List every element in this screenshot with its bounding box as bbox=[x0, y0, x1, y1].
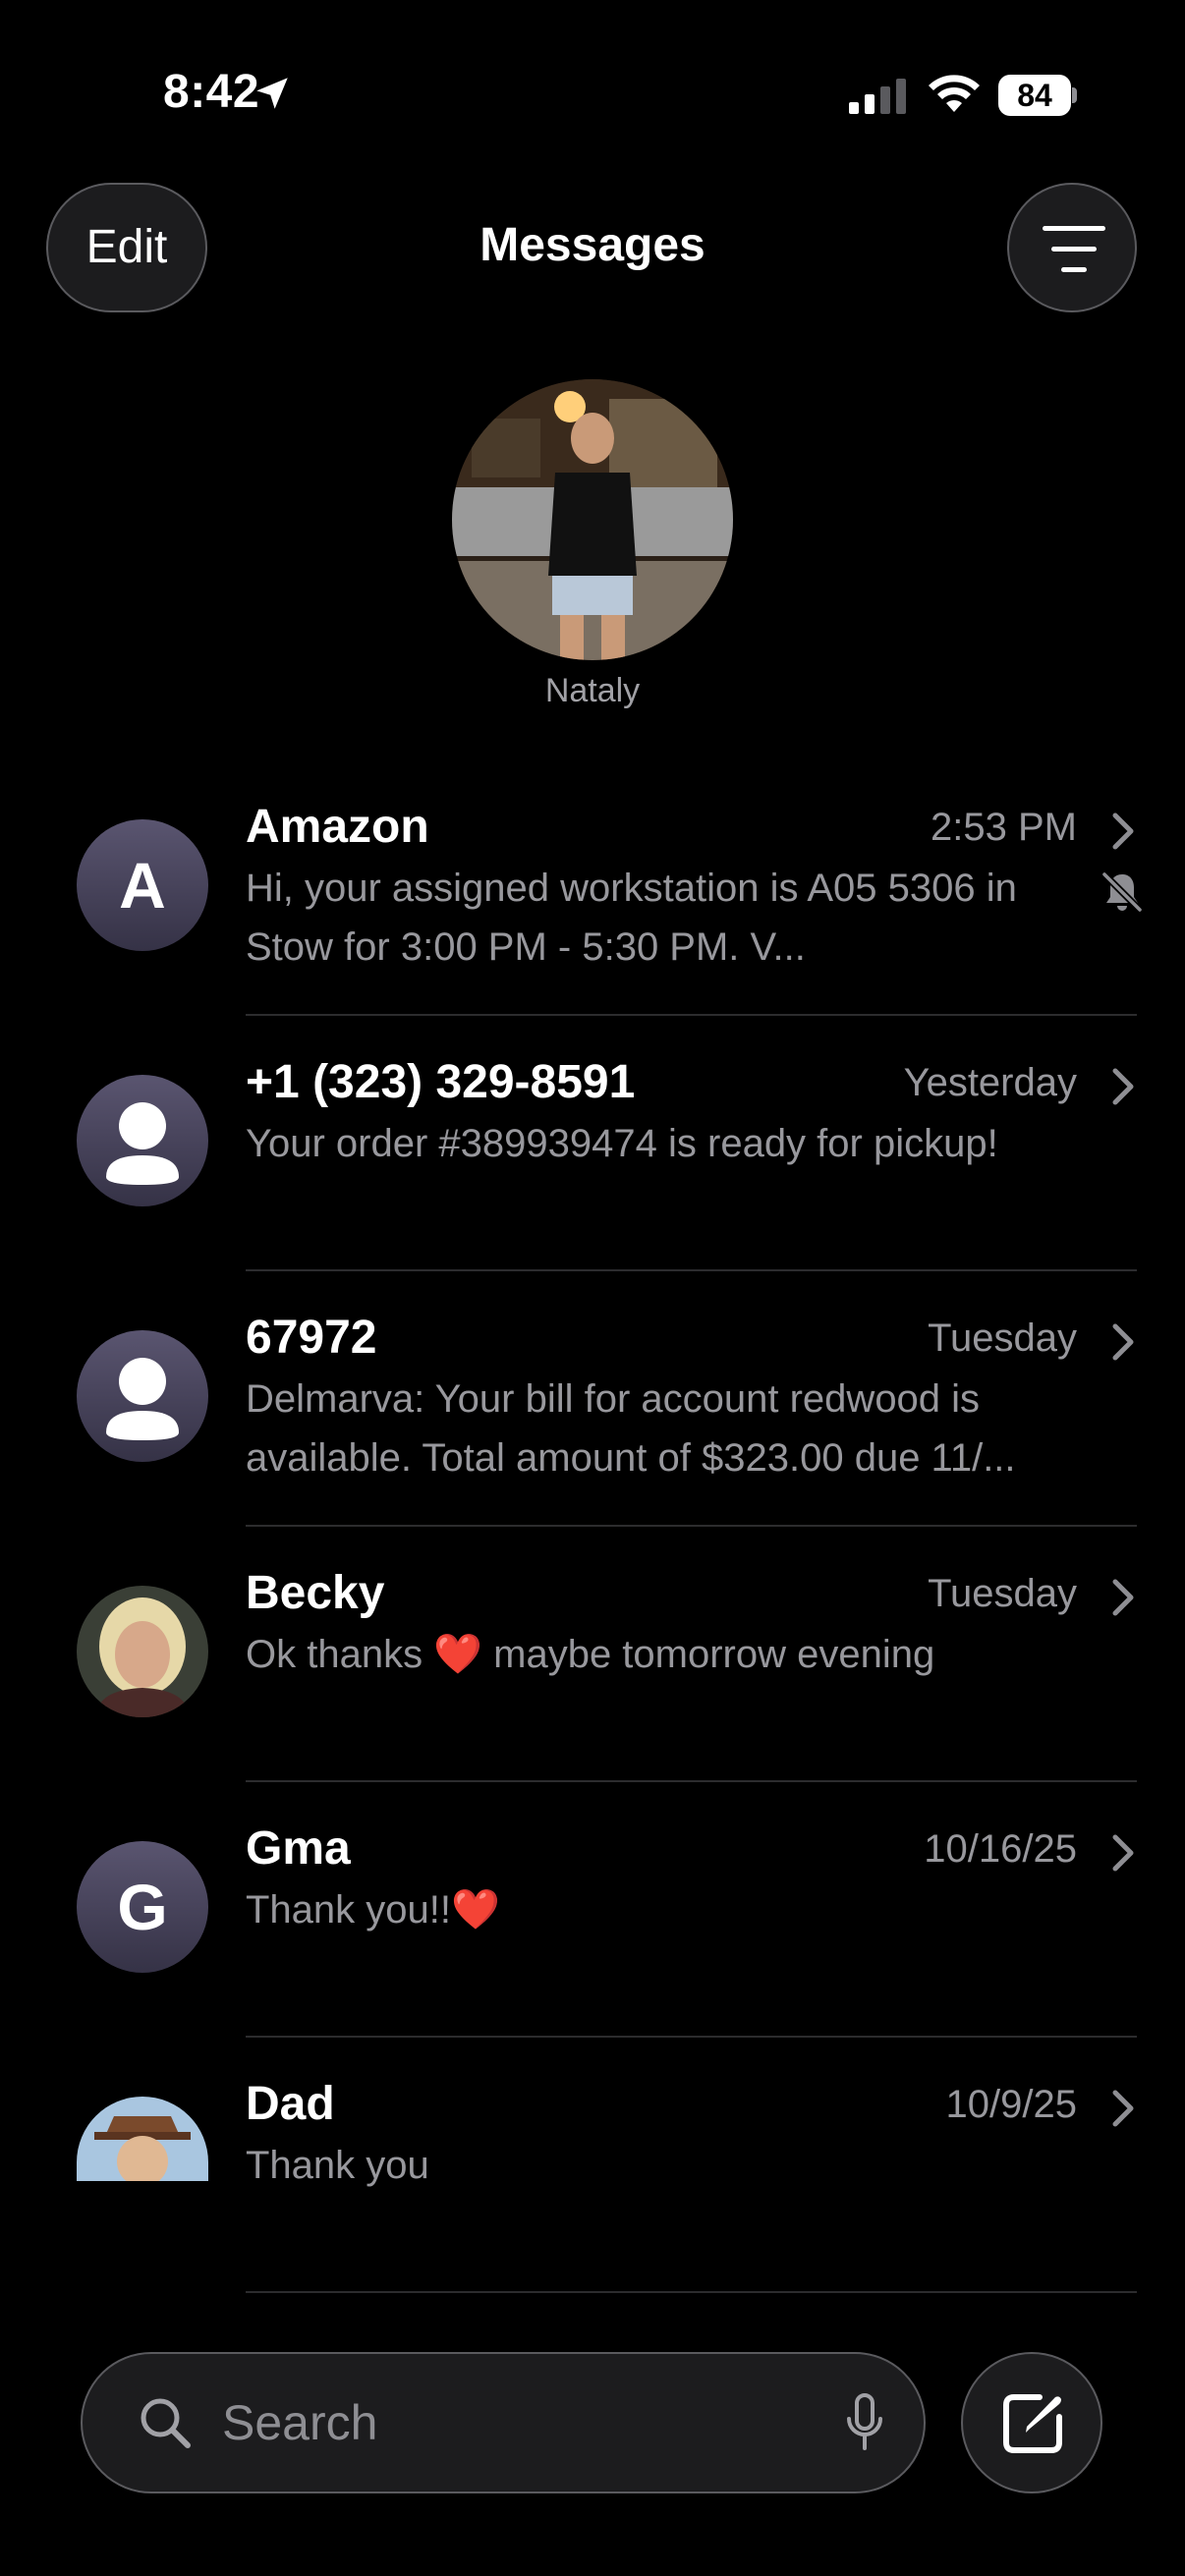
microphone-icon[interactable] bbox=[845, 2393, 884, 2452]
conversation-preview: Your order #389939474 is ready for picku… bbox=[246, 1122, 998, 1165]
wifi-icon bbox=[929, 75, 980, 112]
conversation-preview: Hi, your assigned workstation is A05 530… bbox=[246, 867, 1017, 969]
filter-button[interactable] bbox=[1007, 183, 1137, 312]
conversation-name: Gma bbox=[246, 1822, 351, 1875]
chevron-right-icon bbox=[1112, 812, 1134, 850]
avatar-photo bbox=[77, 1586, 208, 1717]
avatar bbox=[77, 1330, 208, 1462]
avatar bbox=[77, 2097, 208, 2181]
chevron-right-icon bbox=[1112, 1323, 1134, 1361]
avatar-photo bbox=[452, 379, 733, 660]
avatar: G bbox=[77, 1841, 208, 1973]
conversation-time: 2:53 PM bbox=[931, 806, 1077, 849]
conversation-row-becky[interactable]: Becky Tuesday Ok thanks ❤️ maybe tomorro… bbox=[0, 1542, 1185, 1798]
avatar bbox=[77, 1586, 208, 1717]
avatar bbox=[77, 1075, 208, 1206]
conversation-preview: Ok thanks ❤️ maybe tomorrow evening bbox=[246, 1625, 1135, 1684]
row-divider bbox=[246, 1525, 1137, 1527]
conversation-preview: Thank you bbox=[246, 2144, 429, 2187]
avatar-photo bbox=[77, 2097, 208, 2181]
conversation-row-amazon[interactable]: A Amazon 2:53 PM Hi, your assigned works… bbox=[0, 776, 1185, 1032]
conversation-time: Yesterday bbox=[903, 1061, 1077, 1104]
conversation-time: Tuesday bbox=[928, 1316, 1077, 1360]
conversation-preview: Delmarva: Your bill for account redwood … bbox=[246, 1377, 1016, 1480]
conversation-name: 67972 bbox=[246, 1312, 377, 1364]
status-time: 8:42 bbox=[163, 66, 260, 118]
conversation-time: Tuesday bbox=[928, 1572, 1077, 1615]
chevron-right-icon bbox=[1112, 1579, 1134, 1616]
conversation-name: Becky bbox=[246, 1567, 385, 1619]
conversation-name: +1 (323) 329-8591 bbox=[246, 1056, 636, 1108]
battery-indicator: 84 bbox=[998, 75, 1077, 116]
preview-text: maybe tomorrow evening bbox=[482, 1633, 935, 1676]
conversation-row-dad[interactable]: Dad 10/9/25 Thank you bbox=[0, 2053, 1185, 2269]
search-icon bbox=[141, 2398, 191, 2448]
avatar: A bbox=[77, 819, 208, 951]
battery-level: 84 bbox=[1017, 78, 1052, 113]
heart-emoji: ❤️ bbox=[433, 1633, 483, 1676]
search-input[interactable] bbox=[222, 2354, 851, 2492]
pinned-name: Nataly bbox=[544, 672, 641, 709]
conversation-name: Amazon bbox=[246, 801, 429, 853]
conversation-preview: Thank you!!❤️ bbox=[246, 1880, 1135, 1939]
search-bar[interactable] bbox=[81, 2352, 926, 2493]
row-divider bbox=[246, 1780, 1137, 1782]
bell-slash-icon bbox=[1101, 871, 1143, 913]
row-divider bbox=[246, 1269, 1137, 1271]
person-icon bbox=[106, 1102, 179, 1185]
heart-emoji: ❤️ bbox=[451, 1888, 500, 1932]
row-divider bbox=[246, 2291, 1137, 2293]
conversation-time: 10/9/25 bbox=[945, 2083, 1077, 2126]
conversation-row-gma[interactable]: G Gma 10/16/25 Thank you!!❤️ bbox=[0, 1798, 1185, 2053]
pinned-avatar-nataly[interactable] bbox=[452, 379, 733, 660]
row-divider bbox=[246, 2036, 1137, 2038]
battery-tip bbox=[1072, 87, 1077, 103]
preview-text: Thank you!! bbox=[246, 1888, 452, 1932]
row-divider bbox=[246, 1014, 1137, 1016]
compose-icon bbox=[1003, 2394, 1062, 2453]
chevron-right-icon bbox=[1112, 1068, 1134, 1105]
chevron-right-icon bbox=[1112, 1834, 1134, 1872]
conversation-row-phone[interactable]: +1 (323) 329-8591 Yesterday Your order #… bbox=[0, 1032, 1185, 1287]
person-icon bbox=[106, 1358, 179, 1440]
filter-icon bbox=[1043, 226, 1105, 272]
chevron-right-icon bbox=[1112, 2090, 1134, 2127]
cellular-signal-icon bbox=[849, 79, 906, 114]
conversation-time: 10/16/25 bbox=[924, 1827, 1077, 1871]
conversation-name: Dad bbox=[246, 2078, 335, 2130]
location-arrow-icon bbox=[256, 78, 288, 109]
preview-text: Ok thanks bbox=[246, 1633, 434, 1676]
conversation-row-67972[interactable]: 67972 Tuesday Delmarva: Your bill for ac… bbox=[0, 1287, 1185, 1542]
messages-screen: 8:42 84 Edit Messages Nataly A Amazon 2:… bbox=[0, 0, 1185, 2576]
compose-button[interactable] bbox=[961, 2352, 1102, 2493]
